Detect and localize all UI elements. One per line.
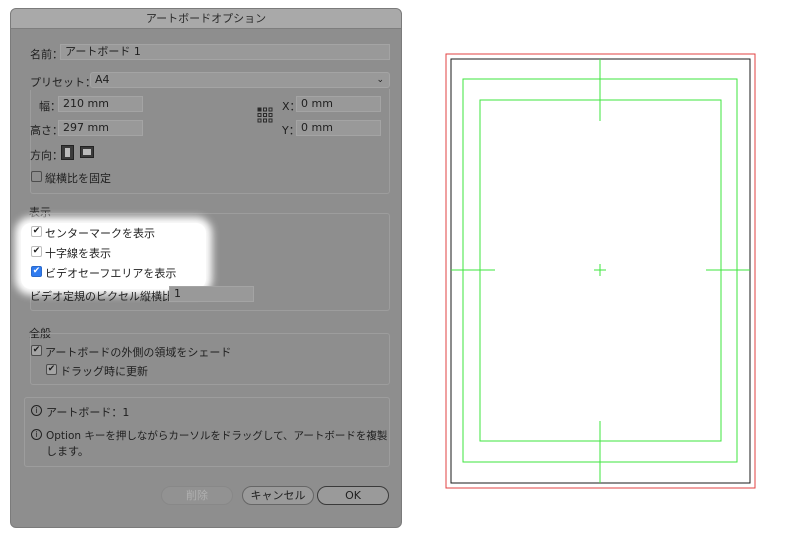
artboard-preview — [0, 0, 800, 538]
